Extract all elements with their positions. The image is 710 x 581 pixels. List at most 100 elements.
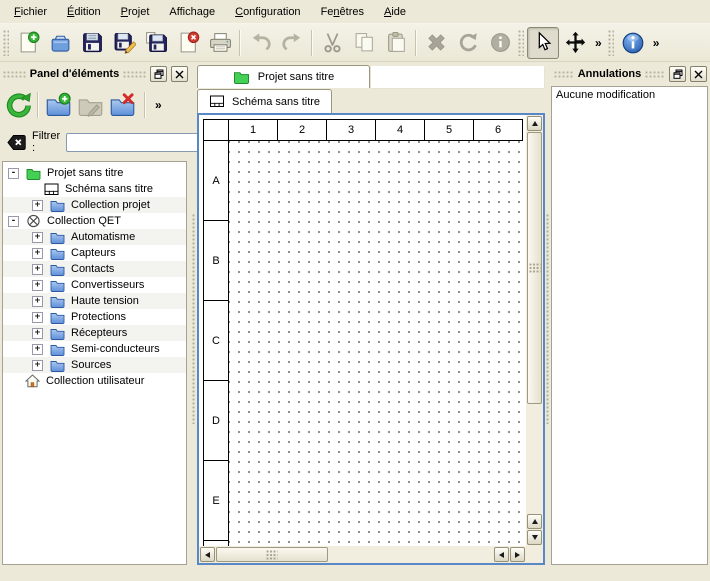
- expander-icon[interactable]: +: [32, 344, 43, 355]
- rotate-button[interactable]: [452, 27, 484, 59]
- toolbar-overflow-button[interactable]: »: [649, 36, 664, 50]
- diagram-canvas[interactable]: [229, 141, 525, 545]
- select-mode-button[interactable]: [527, 27, 559, 59]
- edit-category-button[interactable]: [74, 89, 106, 121]
- delete-button[interactable]: [420, 27, 452, 59]
- tree-item-convertisseurs[interactable]: + Convertisseurs: [3, 277, 186, 293]
- print-button[interactable]: [204, 27, 236, 59]
- tree-item-protections[interactable]: +Protections: [3, 309, 186, 325]
- tree-item-label: Convertisseurs: [71, 279, 144, 291]
- delete-category-button[interactable]: [106, 89, 138, 121]
- tree-item-collection-projet[interactable]: + Collection projet: [3, 197, 186, 213]
- qelectrotech-window: Fichier Édition Projet Affichage Configu…: [0, 0, 710, 581]
- close-file-button[interactable]: [172, 27, 204, 59]
- menu-edition[interactable]: Édition: [57, 2, 111, 22]
- menu-fenetres[interactable]: Fenêtres: [311, 2, 374, 22]
- expander-icon[interactable]: -: [8, 168, 19, 179]
- tree-item-contacts[interactable]: +Contacts: [3, 261, 186, 277]
- tree-item-collection-qet[interactable]: -Collection QET: [3, 213, 186, 229]
- scroll-down-button[interactable]: [527, 530, 542, 545]
- tree-item-label: Collection utilisateur: [46, 375, 144, 387]
- float-icon: [154, 69, 164, 79]
- refresh-icon: [5, 92, 32, 119]
- tree-item-automatisme[interactable]: +Automatisme: [3, 229, 186, 245]
- menu-configuration[interactable]: Configuration: [225, 2, 310, 22]
- close-panel-button[interactable]: [690, 66, 707, 82]
- cursor-arrow-icon: [532, 31, 555, 54]
- expander-icon[interactable]: +: [32, 296, 43, 307]
- about-info-button[interactable]: [617, 27, 649, 59]
- row-header-e: E: [203, 461, 229, 541]
- dock-texture: [3, 71, 26, 78]
- save-button[interactable]: [76, 27, 108, 59]
- elements-panel-header: Panel d'éléments: [0, 64, 191, 84]
- tree-item-label: Sources: [71, 359, 111, 371]
- tree-item-haute-tension[interactable]: +Haute tension: [3, 293, 186, 309]
- cut-button[interactable]: [316, 27, 348, 59]
- menu-aide[interactable]: Aide: [374, 2, 416, 22]
- expander-icon[interactable]: +: [32, 264, 43, 275]
- expander-icon[interactable]: +: [32, 328, 43, 339]
- save-all-button[interactable]: [140, 27, 172, 59]
- toolbar-drag-handle[interactable]: [3, 30, 9, 56]
- open-file-button[interactable]: [44, 27, 76, 59]
- vertical-scroll-thumb[interactable]: [527, 132, 542, 404]
- scroll-left-button[interactable]: [200, 547, 215, 562]
- close-panel-button[interactable]: [171, 66, 188, 82]
- copy-button[interactable]: [348, 27, 380, 59]
- scroll-right-button[interactable]: [510, 547, 525, 562]
- new-file-button[interactable]: [12, 27, 44, 59]
- new-category-button[interactable]: [42, 89, 74, 121]
- folder-icon: [50, 247, 65, 260]
- toolbar-drag-handle[interactable]: [608, 30, 614, 56]
- tab-projet-sans-titre[interactable]: Projet sans titre: [197, 65, 370, 88]
- paste-button[interactable]: [380, 27, 412, 59]
- vertical-scrollbar[interactable]: [526, 115, 543, 546]
- tree-item-collection-utilisateur[interactable]: Collection utilisateur: [3, 373, 186, 389]
- tree-item-schema-sans-titre[interactable]: Schéma sans titre: [3, 181, 186, 197]
- undo-list-item[interactable]: Aucune modification: [552, 87, 707, 103]
- right-splitter[interactable]: [545, 64, 551, 581]
- save-as-button[interactable]: [108, 27, 140, 59]
- scroll-up-button[interactable]: [527, 116, 542, 131]
- expander-icon[interactable]: -: [8, 216, 19, 227]
- tree-item-label: Collection projet: [71, 199, 150, 211]
- expander-icon[interactable]: +: [32, 280, 43, 291]
- clear-filter-button[interactable]: [7, 134, 26, 151]
- element-info-button[interactable]: [484, 27, 516, 59]
- scroll-up-button-2[interactable]: [527, 514, 542, 529]
- tree-item-sources[interactable]: + Sources: [3, 357, 186, 373]
- menu-fichier[interactable]: Fichier: [4, 2, 57, 22]
- toolbar-separator: [239, 30, 241, 56]
- tree-item-capteurs[interactable]: +Capteurs: [3, 245, 186, 261]
- tree-item-projet-sans-titre[interactable]: -Projet sans titre: [3, 165, 186, 181]
- undo-button[interactable]: [244, 27, 276, 59]
- float-panel-button[interactable]: [669, 66, 686, 82]
- panel-overflow-button[interactable]: »: [151, 98, 166, 112]
- expander-icon[interactable]: +: [32, 312, 43, 323]
- arrow-right-icon: [515, 552, 520, 558]
- expander-icon[interactable]: +: [32, 248, 43, 259]
- schema-icon: [44, 183, 59, 196]
- new-file-icon: [17, 31, 40, 54]
- menu-affichage[interactable]: Affichage: [159, 2, 225, 22]
- toolbar-drag-handle[interactable]: [518, 30, 524, 56]
- horizontal-scroll-thumb[interactable]: [216, 547, 328, 562]
- expander-icon[interactable]: +: [32, 360, 43, 371]
- float-panel-button[interactable]: [150, 66, 167, 82]
- expander-icon[interactable]: +: [32, 232, 43, 243]
- horizontal-scrollbar[interactable]: [199, 546, 526, 563]
- expander-icon[interactable]: +: [32, 200, 43, 211]
- redo-button[interactable]: [276, 27, 308, 59]
- row-header-d: D: [203, 381, 229, 461]
- reload-collections-button[interactable]: [2, 89, 34, 121]
- pan-mode-button[interactable]: [559, 27, 591, 59]
- column-header-4: 4: [376, 119, 425, 141]
- tab-schema-sans-titre[interactable]: Schéma sans titre: [197, 89, 332, 113]
- home-icon: [25, 374, 40, 388]
- scroll-left-button-2[interactable]: [494, 547, 509, 562]
- menu-projet[interactable]: Projet: [111, 2, 160, 22]
- toolbar-overflow-button[interactable]: »: [591, 36, 606, 50]
- tree-item-recepteurs[interactable]: +Récepteurs: [3, 325, 186, 341]
- tree-item-semi-conducteurs[interactable]: +Semi-conducteurs: [3, 341, 186, 357]
